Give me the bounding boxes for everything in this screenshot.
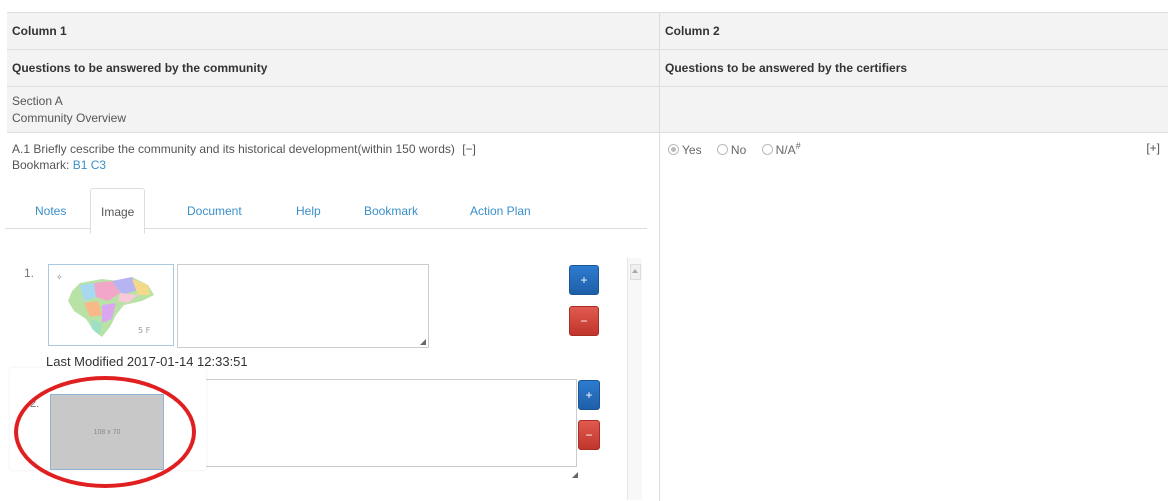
question-block: A.1 Briefly cescribe the community and i…: [7, 133, 659, 181]
bookmark-link-b1[interactable]: B1: [73, 158, 88, 172]
svg-text:✧: ✧: [56, 273, 63, 282]
section-row: Section A Community Overview: [7, 87, 1168, 133]
last-modified-timestamp: Last Modified 2017-01-14 12:33:51: [46, 354, 248, 369]
section-subtitle: Community Overview: [12, 111, 127, 125]
expand-toggle[interactable]: [+]: [1146, 141, 1160, 155]
tab-image[interactable]: Image: [90, 188, 146, 234]
na-marker: #: [795, 141, 801, 151]
radio-na[interactable]: [761, 144, 773, 155]
image-2-remove-button[interactable]: −: [578, 420, 600, 450]
radio-yes-label: Yes: [682, 143, 702, 157]
scroll-up-arrow-icon[interactable]: [630, 264, 641, 280]
collapse-toggle[interactable]: [−]: [462, 142, 476, 156]
bookmark-label: Bookmark:: [12, 158, 70, 172]
tab-document[interactable]: Document: [177, 198, 252, 224]
map-image: ✧ 5 F: [56, 273, 154, 337]
radio-yes[interactable]: [668, 144, 679, 155]
column-1-header: Column 1: [7, 13, 660, 49]
image-list-scrollbar[interactable]: [627, 258, 642, 500]
annotation-circle: [14, 376, 196, 488]
section-title: Section A: [12, 94, 63, 108]
image-1-caption-input[interactable]: [177, 264, 429, 348]
section-heading: Section A Community Overview: [7, 87, 660, 132]
attachment-tabs: Notes Image Document Help Bookmark Actio…: [5, 188, 647, 234]
column-2-header: Column 2: [665, 24, 720, 38]
image-1-thumbnail[interactable]: ✧ 5 F: [48, 264, 174, 346]
image-1-number: 1.: [24, 266, 35, 280]
image-1-remove-button[interactable]: −: [569, 306, 599, 336]
resize-grip-icon[interactable]: [572, 472, 578, 478]
tab-action-plan[interactable]: Action Plan: [460, 198, 541, 224]
bookmark-link-c3[interactable]: C3: [91, 158, 106, 172]
image-2-add-button[interactable]: +: [578, 380, 600, 410]
question-text: A.1 Briefly cescribe the community and i…: [12, 142, 455, 156]
tab-bookmark[interactable]: Bookmark: [354, 198, 428, 224]
tab-notes[interactable]: Notes: [25, 198, 76, 224]
resize-grip-icon[interactable]: [420, 339, 426, 345]
column-header-row: Column 1 Column 2: [7, 13, 1168, 50]
column-2-subheader: Questions to be answered by the certifie…: [665, 61, 908, 75]
answer-cell: Yes No N/A# [+]: [660, 133, 1168, 501]
image-2-caption-input[interactable]: [202, 379, 577, 467]
tab-help[interactable]: Help: [286, 198, 331, 224]
column-1-subheader: Questions to be answered by the communit…: [7, 50, 660, 86]
radio-no[interactable]: [716, 144, 728, 155]
map-scale-label: 5 F: [138, 326, 151, 335]
column-subheader-row: Questions to be answered by the communit…: [7, 50, 1168, 87]
image-1-add-button[interactable]: +: [569, 265, 599, 295]
section-row-empty: [660, 87, 1168, 132]
radio-no-label: No: [730, 143, 747, 157]
radio-na-label: N/A: [775, 143, 796, 157]
answer-options: Yes No N/A#: [668, 141, 801, 157]
